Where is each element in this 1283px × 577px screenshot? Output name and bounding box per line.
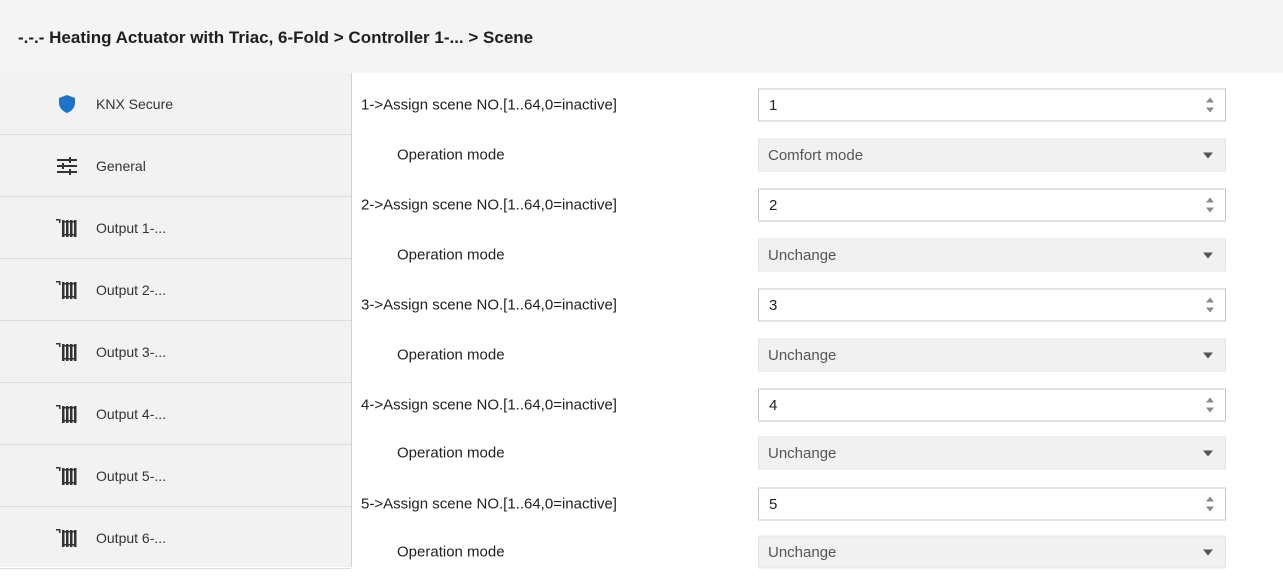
mode-5-label: Operation mode — [397, 543, 505, 561]
sidebar-item-label: KNX Secure — [96, 95, 174, 112]
mode-4-label: Operation mode — [397, 444, 505, 462]
mode-2-label: Operation mode — [397, 246, 505, 264]
scene-3-value: 3 — [769, 296, 778, 314]
radiator-icon — [56, 403, 78, 425]
spin-down-icon[interactable] — [1206, 407, 1214, 413]
spin-up-icon[interactable] — [1206, 197, 1214, 203]
spin-up-icon[interactable] — [1206, 97, 1214, 103]
spin-down-icon[interactable] — [1206, 506, 1214, 512]
spin-up-icon[interactable] — [1206, 496, 1214, 502]
scene-4-row: 4->Assign scene NO.[1..64,0=inactive] 4 — [352, 380, 1283, 430]
mode-5-dropdown[interactable]: Unchange — [758, 535, 1226, 569]
scene-2-label: 2->Assign scene NO.[1..64,0=inactive] — [361, 196, 617, 214]
sidebar-item-output-3[interactable]: Output 3-... — [0, 321, 351, 383]
chevron-down-icon — [1203, 352, 1213, 359]
radiator-icon — [56, 279, 78, 301]
sidebar-item-output-4[interactable]: Output 4-... — [0, 383, 351, 445]
shield-icon — [56, 93, 78, 115]
mode-3-row: Operation mode Unchange — [352, 330, 1283, 380]
chevron-down-icon — [1203, 549, 1213, 556]
sidebar-item-label: Output 3-... — [96, 343, 167, 360]
mode-2-row: Operation mode Unchange — [352, 230, 1283, 280]
spin-buttons[interactable] — [1205, 395, 1215, 416]
spin-up-icon[interactable] — [1206, 297, 1214, 303]
sidebar-item-output-2[interactable]: Output 2-... — [0, 259, 351, 321]
sidebar-item-label: Output 6-... — [96, 529, 167, 546]
sidebar-item-output-6[interactable]: Output 6-... — [0, 507, 351, 569]
scene-2-number-input[interactable]: 2 — [758, 188, 1226, 222]
spin-up-icon[interactable] — [1206, 397, 1214, 403]
scene-1-row: 1->Assign scene NO.[1..64,0=inactive] 1 — [352, 80, 1283, 130]
chevron-down-icon — [1203, 252, 1213, 259]
spin-buttons[interactable] — [1205, 195, 1215, 216]
scene-1-number-input[interactable]: 1 — [758, 88, 1226, 122]
chevron-down-icon — [1203, 152, 1213, 159]
sidebar-item-output-5[interactable]: Output 5-... — [0, 445, 351, 507]
mode-1-row: Operation mode Comfort mode — [352, 130, 1283, 180]
mode-1-value: Comfort mode — [768, 146, 864, 164]
spin-buttons[interactable] — [1205, 295, 1215, 316]
radiator-icon — [56, 465, 78, 487]
spin-down-icon[interactable] — [1206, 107, 1214, 113]
scene-3-row: 3->Assign scene NO.[1..64,0=inactive] 3 — [352, 280, 1283, 330]
scene-4-number-input[interactable]: 4 — [758, 388, 1226, 422]
mode-4-value: Unchange — [768, 444, 837, 462]
sidebar-item-label: Output 2-... — [96, 281, 167, 298]
mode-3-dropdown[interactable]: Unchange — [758, 338, 1226, 372]
scene-4-label: 4->Assign scene NO.[1..64,0=inactive] — [361, 396, 617, 414]
sidebar-item-label: Output 1-... — [96, 219, 167, 236]
scene-1-value: 1 — [769, 96, 778, 114]
radiator-icon — [56, 217, 78, 239]
mode-1-dropdown[interactable]: Comfort mode — [758, 138, 1226, 172]
radiator-icon — [56, 341, 78, 363]
sidebar-item-output-1[interactable]: Output 1-... — [0, 197, 351, 259]
radiator-icon — [56, 527, 78, 549]
sliders-icon — [56, 155, 78, 177]
chevron-down-icon — [1203, 450, 1213, 457]
scene-3-label: 3->Assign scene NO.[1..64,0=inactive] — [361, 296, 617, 314]
sidebar-item-knx-secure[interactable]: KNX Secure — [0, 73, 351, 135]
sidebar-item-general[interactable]: General — [0, 135, 351, 197]
scene-5-label: 5->Assign scene NO.[1..64,0=inactive] — [361, 495, 617, 513]
mode-4-dropdown[interactable]: Unchange — [758, 436, 1226, 470]
spin-down-icon[interactable] — [1206, 307, 1214, 313]
scene-2-value: 2 — [769, 196, 778, 214]
scene-1-label: 1->Assign scene NO.[1..64,0=inactive] — [361, 96, 617, 114]
sidebar-item-label: Output 4-... — [96, 405, 167, 422]
mode-2-value: Unchange — [768, 246, 837, 264]
sidebar-item-label: Output 5-... — [96, 467, 167, 484]
spin-buttons[interactable] — [1205, 494, 1215, 515]
mode-5-row: Operation mode Unchange — [352, 527, 1283, 577]
sidebar-item-label: General — [96, 157, 146, 174]
mode-3-label: Operation mode — [397, 346, 505, 364]
mode-1-label: Operation mode — [397, 146, 505, 164]
mode-4-row: Operation mode Unchange — [352, 428, 1283, 478]
mode-3-value: Unchange — [768, 346, 837, 364]
spin-buttons[interactable] — [1205, 95, 1215, 116]
mode-2-dropdown[interactable]: Unchange — [758, 238, 1226, 272]
scene-5-number-input[interactable]: 5 — [758, 487, 1226, 521]
spin-down-icon[interactable] — [1206, 207, 1214, 213]
scene-5-value: 5 — [769, 495, 778, 513]
scene-2-row: 2->Assign scene NO.[1..64,0=inactive] 2 — [352, 180, 1283, 230]
mode-5-value: Unchange — [768, 543, 837, 561]
breadcrumb: -.-.- Heating Actuator with Triac, 6-Fol… — [18, 28, 534, 47]
scene-3-number-input[interactable]: 3 — [758, 288, 1226, 322]
sidebar: KNX Secure General Output 1-... Output 2… — [0, 73, 352, 569]
parameter-panel: 1->Assign scene NO.[1..64,0=inactive] 1 … — [352, 73, 1283, 569]
scene-4-value: 4 — [769, 396, 778, 414]
scene-5-row: 5->Assign scene NO.[1..64,0=inactive] 5 — [352, 479, 1283, 529]
title-bar: -.-.- Heating Actuator with Triac, 6-Fol… — [0, 0, 1283, 73]
